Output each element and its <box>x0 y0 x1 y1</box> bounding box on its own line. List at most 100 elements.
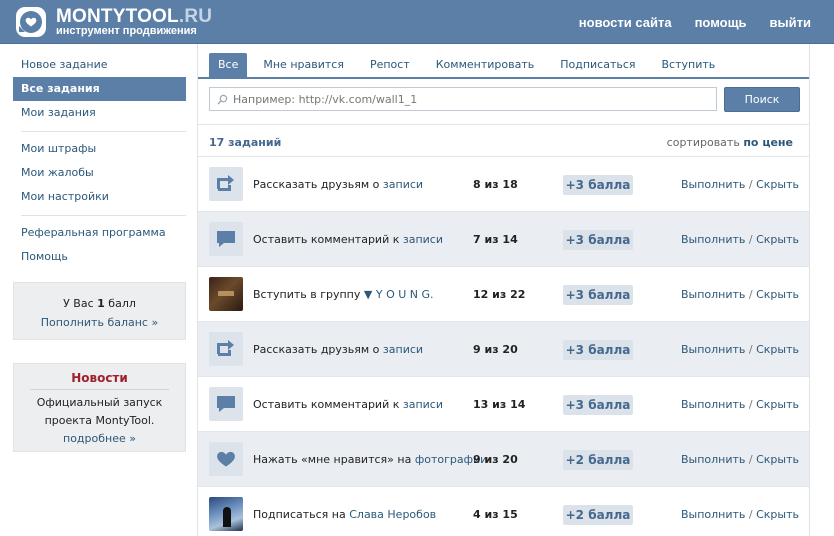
task-row: Рассказать друзьям о записи 9 из 20 +3 б… <box>198 321 809 376</box>
task-row: Оставить комментарий к записи 13 из 14 +… <box>198 376 809 431</box>
search-icon <box>217 94 228 105</box>
perform-link[interactable]: Выполнить <box>681 398 745 411</box>
task-description: Рассказать друзьям о записи <box>253 178 424 191</box>
main-content: Все Мне нравится Репост Комментировать П… <box>197 44 810 536</box>
task-actions: Выполнить / Скрыть <box>680 398 799 411</box>
hide-link[interactable]: Скрыть <box>756 233 799 246</box>
task-target-link[interactable]: Слава Неробов <box>349 508 436 521</box>
hide-link[interactable]: Скрыть <box>756 508 799 521</box>
points-badge: +3 балла <box>563 340 633 360</box>
perform-link[interactable]: Выполнить <box>681 233 745 246</box>
points-badge: +3 балла <box>563 230 633 250</box>
group-avatar[interactable] <box>209 277 243 311</box>
hide-link[interactable]: Скрыть <box>756 453 799 466</box>
news-box: Новости Официальный запуск проекта Monty… <box>13 363 186 452</box>
sidebar: Новое задание Все задания Мои задания Мо… <box>13 53 186 269</box>
task-progress: 13 из 14 <box>473 398 526 411</box>
sidebar-item-my-tasks[interactable]: Мои задания <box>13 101 186 125</box>
task-progress: 12 из 22 <box>473 288 526 301</box>
top-nav: новости сайта помощь выйти <box>579 15 811 30</box>
news-more-link[interactable]: подробнее » <box>63 432 136 445</box>
points-badge: +2 балла <box>563 450 633 470</box>
tab-all[interactable]: Все <box>209 53 248 77</box>
news-title: Новости <box>30 371 169 390</box>
top-up-balance-link[interactable]: Пополнить баланс » <box>41 316 158 329</box>
comment-icon <box>209 387 243 421</box>
task-target-link[interactable]: ▼ Y O U N G. <box>364 288 434 301</box>
task-description: Нажать «мне нравится» на фотографии <box>253 453 488 466</box>
task-target-link[interactable]: записи <box>403 398 443 411</box>
sidebar-item-referral[interactable]: Реферальная программа <box>13 221 186 245</box>
sidebar-divider <box>21 131 186 132</box>
tab-like[interactable]: Мне нравится <box>253 53 354 77</box>
site-header: MONTYTOOL.RU инструмент продвижения ново… <box>0 0 834 44</box>
balance-text: У Вас 1 балл <box>63 297 136 310</box>
task-progress: 9 из 20 <box>473 343 518 356</box>
user-avatar[interactable] <box>209 497 243 531</box>
points-badge: +3 балла <box>563 175 633 195</box>
task-list: Рассказать друзьям о записи 8 из 18 +3 б… <box>198 156 809 536</box>
tab-comment[interactable]: Комментировать <box>426 53 544 77</box>
task-actions: Выполнить / Скрыть <box>680 288 799 301</box>
tabs-underline <box>198 77 809 79</box>
filter-tabs: Все Мне нравится Репост Комментировать П… <box>209 53 731 77</box>
perform-link[interactable]: Выполнить <box>681 288 745 301</box>
nav-news-link[interactable]: новости сайта <box>579 15 672 30</box>
points-badge: +3 балла <box>563 395 633 415</box>
task-actions: Выполнить / Скрыть <box>680 508 799 521</box>
task-actions: Выполнить / Скрыть <box>680 233 799 246</box>
task-description: Вступить в группу ▼ Y O U N G. <box>253 288 434 301</box>
task-actions: Выполнить / Скрыть <box>680 178 799 191</box>
tab-subscribe[interactable]: Подписаться <box>550 53 645 77</box>
sidebar-item-help[interactable]: Помощь <box>13 245 186 269</box>
task-progress: 9 из 20 <box>473 453 518 466</box>
search-input[interactable]: Например: http://vk.com/wall1_1 <box>209 87 717 111</box>
sort-control: сортировать по цене <box>666 136 793 149</box>
task-target-link[interactable]: записи <box>383 343 423 356</box>
points-badge: +3 балла <box>563 285 633 305</box>
tab-join[interactable]: Вступить <box>652 53 726 77</box>
task-row: Нажать «мне нравится» на фотографии 9 из… <box>198 431 809 486</box>
search-button[interactable]: Поиск <box>724 87 800 112</box>
repost-icon <box>209 332 243 366</box>
perform-link[interactable]: Выполнить <box>681 453 745 466</box>
task-progress: 4 из 15 <box>473 508 518 521</box>
perform-link[interactable]: Выполнить <box>681 508 745 521</box>
task-target-link[interactable]: записи <box>383 178 423 191</box>
points-badge: +2 балла <box>563 505 633 525</box>
sidebar-item-new-task[interactable]: Новое задание <box>13 53 186 77</box>
task-description: Подписаться на Слава Неробов <box>253 508 437 521</box>
sidebar-item-my-settings[interactable]: Мои настройки <box>13 185 186 209</box>
task-row: Рассказать друзьям о записи 8 из 18 +3 б… <box>198 156 809 211</box>
news-text: Официальный запуск проекта MontyTool. <box>36 396 163 427</box>
heart-bubble-logo-icon[interactable] <box>16 7 46 37</box>
hide-link[interactable]: Скрыть <box>756 398 799 411</box>
task-target-link[interactable]: записи <box>403 233 443 246</box>
sidebar-item-all-tasks[interactable]: Все задания <box>13 77 186 101</box>
task-progress: 7 из 14 <box>473 233 518 246</box>
balance-box: У Вас 1 балл Пополнить баланс » <box>13 282 186 340</box>
hide-link[interactable]: Скрыть <box>756 178 799 191</box>
sidebar-item-my-complaints[interactable]: Мои жалобы <box>13 161 186 185</box>
task-description: Рассказать друзьям о записи <box>253 343 424 356</box>
search-placeholder: Например: http://vk.com/wall1_1 <box>233 93 418 106</box>
hide-link[interactable]: Скрыть <box>756 288 799 301</box>
task-count: 17 заданий <box>209 136 282 149</box>
sidebar-divider <box>21 215 186 216</box>
nav-help-link[interactable]: помощь <box>695 15 747 30</box>
task-row: Оставить комментарий к записи 7 из 14 +3… <box>198 211 809 266</box>
task-row: Вступить в группу ▼ Y O U N G. 12 из 22 … <box>198 266 809 321</box>
task-description: Оставить комментарий к записи <box>253 398 444 411</box>
perform-link[interactable]: Выполнить <box>681 178 745 191</box>
nav-logout-link[interactable]: выйти <box>770 15 811 30</box>
heart-icon <box>209 442 243 476</box>
sort-by-price-link[interactable]: по цене <box>743 136 793 149</box>
hide-link[interactable]: Скрыть <box>756 343 799 356</box>
repost-icon <box>209 167 243 201</box>
divider <box>198 124 809 125</box>
perform-link[interactable]: Выполнить <box>681 343 745 356</box>
task-row: Подписаться на Слава Неробов 4 из 15 +2 … <box>198 486 809 536</box>
tab-repost[interactable]: Репост <box>360 53 420 77</box>
task-actions: Выполнить / Скрыть <box>680 453 799 466</box>
sidebar-item-my-penalties[interactable]: Мои штрафы <box>13 137 186 161</box>
